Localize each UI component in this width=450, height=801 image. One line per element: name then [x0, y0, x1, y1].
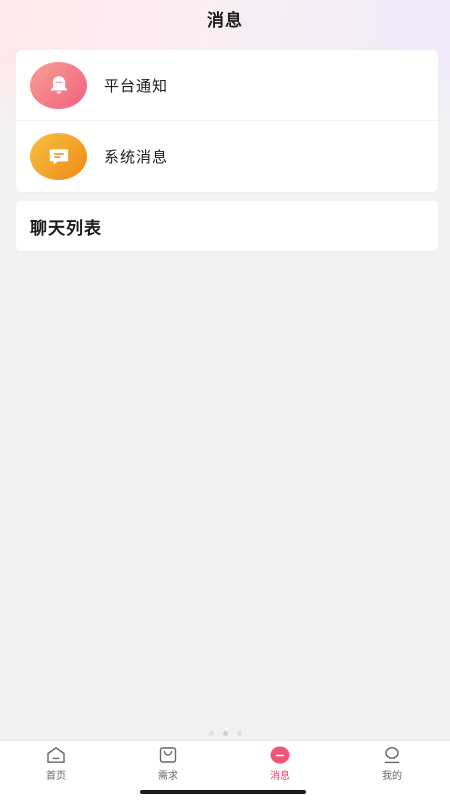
home-indicator — [140, 790, 306, 794]
tab-mine[interactable]: 我的 — [336, 741, 448, 787]
page-dot — [208, 730, 214, 736]
bell-icon — [30, 61, 87, 109]
tab-home-label: 首页 — [46, 771, 66, 782]
page-dot — [236, 730, 242, 736]
platform-notice-label: 平台通知 — [104, 76, 169, 95]
page-dot-active — [222, 730, 228, 736]
message-icon — [30, 132, 87, 180]
page-header: 消息 — [0, 0, 450, 36]
chat-list-header: 聊天列表 — [16, 201, 438, 251]
tab-messages-label: 消息 — [270, 771, 290, 782]
home-icon — [46, 746, 66, 764]
chat-list-title: 聊天列表 — [30, 218, 102, 239]
page-title: 消息 — [207, 10, 243, 31]
system-message-item[interactable]: 系统消息 — [16, 121, 438, 191]
user-icon — [382, 746, 402, 764]
chat-icon — [270, 746, 290, 764]
bag-icon — [158, 746, 178, 764]
tab-demand-label: 需求 — [158, 771, 178, 782]
tab-messages[interactable]: 消息 — [224, 741, 336, 787]
platform-notice-item[interactable]: 平台通知 — [16, 50, 438, 120]
notification-card: 平台通知 系统消息 — [16, 50, 438, 192]
tab-home[interactable]: 首页 — [0, 741, 112, 787]
page-indicator — [200, 728, 250, 738]
tab-demand[interactable]: 需求 — [112, 741, 224, 787]
tab-mine-label: 我的 — [382, 771, 402, 782]
system-message-label: 系统消息 — [104, 147, 169, 166]
